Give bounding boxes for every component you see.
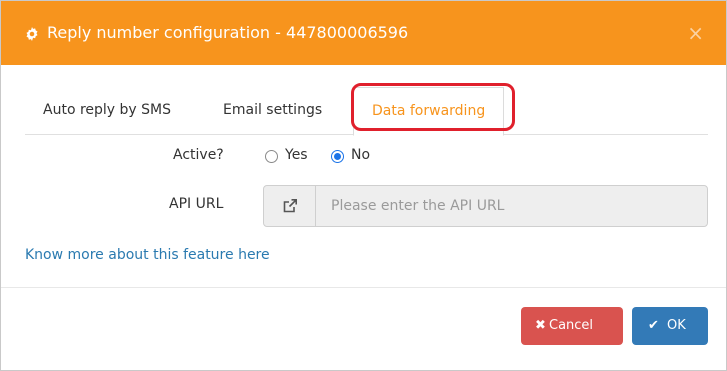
active-no-radio[interactable] <box>331 150 344 163</box>
reply-number-config-dialog: Reply number configuration - 44780000659… <box>0 0 727 371</box>
tab-highlight-annotation <box>351 83 515 131</box>
api-url-label: API URL <box>169 196 224 212</box>
ok-button[interactable]: ✔ OK <box>632 307 708 345</box>
close-icon[interactable]: × <box>687 23 704 43</box>
active-label: Active? <box>173 147 224 163</box>
tab-email-settings[interactable]: Email settings <box>205 87 340 135</box>
check-icon: ✔ <box>648 318 659 333</box>
dialog-header: Reply number configuration - 44780000659… <box>1 1 726 65</box>
api-url-input[interactable] <box>317 186 707 226</box>
api-url-addon <box>264 186 316 226</box>
gear-icon <box>26 27 38 41</box>
cancel-icon: ✖ <box>535 318 546 333</box>
active-no-label[interactable]: No <box>351 147 370 163</box>
know-more-link[interactable]: Know more about this feature here <box>25 247 270 263</box>
dialog-title: Reply number configuration - 44780000659… <box>47 23 409 42</box>
tab-auto-reply-by-sms[interactable]: Auto reply by SMS <box>25 87 189 135</box>
active-yes-radio[interactable] <box>265 150 278 163</box>
external-link-icon <box>283 199 297 213</box>
ok-button-label: OK <box>667 318 686 333</box>
api-url-input-group <box>263 185 708 227</box>
cancel-button[interactable]: ✖ Cancel <box>521 307 623 345</box>
active-yes-label[interactable]: Yes <box>285 147 308 163</box>
cancel-button-label: Cancel <box>549 318 594 333</box>
footer-divider <box>1 287 726 288</box>
